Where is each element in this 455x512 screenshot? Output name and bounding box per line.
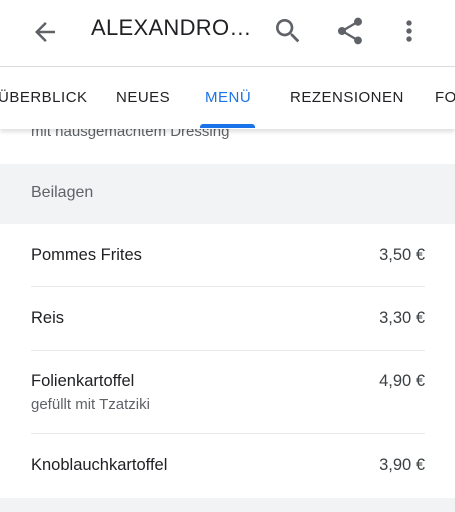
menu-item-name: Pommes Frites (31, 246, 142, 264)
category-header: Beilagen (0, 164, 455, 224)
tab-neues[interactable]: NEUES (116, 67, 170, 129)
active-tab-indicator (200, 124, 255, 128)
divider (31, 350, 425, 351)
search-icon[interactable] (272, 15, 304, 47)
next-category-header (0, 498, 455, 512)
more-vert-icon[interactable] (393, 15, 425, 47)
menu-item[interactable]: Reis 3,30 € (31, 308, 425, 350)
menu-item[interactable]: Folienkartoffel 4,90 € gefüllt mit Tzatz… (31, 371, 425, 433)
category-title: Beilagen (31, 184, 94, 201)
menu-item-price: 3,50 € (379, 246, 425, 264)
divider (31, 286, 425, 287)
menu-item-name: Knoblauchkartoffel (31, 456, 168, 474)
tab-bar: ÜBERBLICK NEUES MENÜ REZENSIONEN FO (0, 66, 455, 129)
tab-menue[interactable]: MENÜ (205, 67, 251, 129)
app-bar: ALEXANDRO… (0, 0, 455, 62)
menu-item[interactable]: Pommes Frites 3,50 € (31, 244, 425, 286)
menu-item-name: Folienkartoffel (31, 372, 135, 390)
share-icon[interactable] (334, 15, 366, 47)
menu-item[interactable]: Knoblauchkartoffel 3,90 € (31, 454, 425, 496)
menu-item-price: 3,30 € (379, 309, 425, 327)
menu-item-price: 4,90 € (379, 372, 425, 390)
back-arrow-icon[interactable] (30, 17, 60, 47)
menu-item-name: Reis (31, 309, 65, 327)
divider (31, 433, 425, 434)
menu-item-price: 3,90 € (379, 456, 425, 474)
tab-fotos[interactable]: FO (435, 67, 455, 129)
page-title: ALEXANDRO… (91, 15, 252, 40)
tab-rezensionen[interactable]: REZENSIONEN (290, 67, 404, 129)
tab-ueberblick[interactable]: ÜBERBLICK (0, 67, 88, 129)
menu-item-description: gefüllt mit Tzatziki (31, 396, 150, 413)
